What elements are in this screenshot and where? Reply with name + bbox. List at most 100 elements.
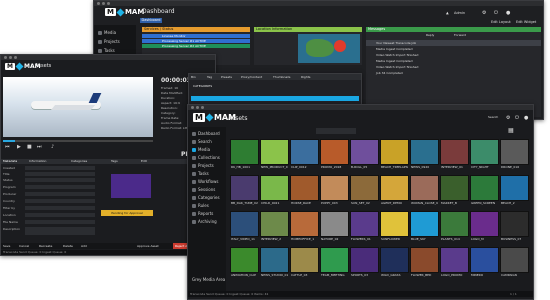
- tab-tags[interactable]: Tags: [111, 159, 118, 164]
- asset-thumbnail[interactable]: CLIP_0012: [290, 139, 319, 169]
- map-pin-icon[interactable]: [334, 40, 346, 52]
- sidebar-item-media[interactable]: Media: [192, 147, 210, 152]
- volume-icon[interactable]: ♪: [51, 144, 54, 150]
- sidebar-item-projects[interactable]: Projects: [98, 39, 120, 44]
- form-input[interactable]: [25, 178, 95, 182]
- asset-thumbnail[interactable]: NATURE_02: [320, 211, 349, 241]
- asset-thumbnail[interactable]: ANIMATION_CLIP: [230, 247, 259, 277]
- asset-thumbnail[interactable]: LOGO_M: [470, 211, 499, 241]
- asset-thumbnail[interactable]: FLOWERS_01: [350, 211, 379, 241]
- asset-thumbnail[interactable]: NEWS_0920: [410, 139, 439, 169]
- delete-button[interactable]: Delete: [63, 243, 73, 249]
- asset-thumbnail[interactable]: CITY_NIGHT: [470, 139, 499, 169]
- asset-thumbnail[interactable]: FLOWER_BED: [410, 247, 439, 277]
- asset-thumbnail[interactable]: MARKET_B: [440, 175, 469, 205]
- message-item[interactable]: Job 34 Completed: [366, 71, 541, 76]
- asset-thumbnail[interactable]: BEACH_TIMELAPSE: [380, 139, 409, 169]
- sidebar-item-reports[interactable]: Reports: [192, 211, 213, 216]
- settings-icon[interactable]: ⚙: [506, 115, 510, 121]
- skip-back-icon[interactable]: ⏮: [5, 144, 10, 150]
- tab-edit[interactable]: Edit: [141, 159, 147, 164]
- asset-thumbnail[interactable]: CAMPAIGN: [500, 247, 529, 277]
- form-input[interactable]: [25, 192, 95, 196]
- header-action-edit-layout[interactable]: Edit Layout: [491, 20, 511, 24]
- asset-thumbnail[interactable]: BLUE_SKY: [410, 211, 439, 241]
- tab-tag[interactable]: Tag: [207, 74, 212, 80]
- power-icon[interactable]: ⏻: [494, 10, 498, 16]
- asset-thumbnail[interactable]: MINERO: [470, 247, 499, 277]
- asset-thumbnail[interactable]: INTERVIEW_01: [440, 139, 469, 169]
- asset-thumbnail[interactable]: SUN_SET_02: [350, 175, 379, 205]
- asset-thumbnail[interactable]: PUPPY_003: [320, 175, 349, 205]
- asset-thumbnail[interactable]: NEW_PRODUCT_06: [260, 139, 289, 169]
- sidebar-item-sessions[interactable]: Sessions: [192, 187, 215, 192]
- sidebar-item-projects[interactable]: Projects: [192, 163, 214, 168]
- cancel-button[interactable]: Cancel: [19, 243, 29, 249]
- play-icon[interactable]: ▶: [17, 144, 21, 150]
- asset-thumbnail[interactable]: LOGO_PROMO: [440, 247, 469, 277]
- sidebar-item-rules[interactable]: Rules: [192, 203, 209, 208]
- asset-thumbnail[interactable]: PROMO_2018: [320, 139, 349, 169]
- asset-thumbnail[interactable]: DRONE_016: [500, 139, 529, 169]
- form-input[interactable]: [25, 166, 95, 170]
- asset-thumbnail[interactable]: INTERVIEW_2: [260, 211, 289, 241]
- sidebar-item-collections[interactable]: Collections: [192, 155, 220, 160]
- asset-thumbnail[interactable]: WILD_GRASS: [380, 247, 409, 277]
- sidebar-item-archiving[interactable]: Archiving: [192, 219, 217, 224]
- asset-thumbnail[interactable]: SPORTS_03: [350, 247, 379, 277]
- form-input[interactable]: [25, 199, 95, 203]
- tab-thumbnails[interactable]: Thumbnails: [273, 74, 290, 80]
- asset-thumbnail[interactable]: NEWS_STUDIO_01: [260, 247, 289, 277]
- sidebar-item-tasks[interactable]: Tasks: [98, 48, 115, 53]
- asset-thumbnail[interactable]: BUSINESS_07: [500, 211, 529, 241]
- grid-view-icon[interactable]: ▦: [508, 128, 514, 134]
- form-input[interactable]: [25, 213, 95, 217]
- form-input[interactable]: [25, 220, 95, 224]
- tab-proxy-content[interactable]: Proxy/Content: [241, 74, 262, 80]
- message-forward-button[interactable]: Forward: [454, 33, 466, 37]
- form-input[interactable]: [25, 172, 95, 176]
- asset-thumbnail[interactable]: HORSE_RACE: [290, 175, 319, 205]
- message-item[interactable]: Video Watch Import finished: [366, 65, 541, 70]
- pager[interactable]: 1 / 1: [510, 291, 517, 297]
- asset-thumbnail[interactable]: AGENT_DEMO: [380, 175, 409, 205]
- sidebar-item-workflows[interactable]: Workflows: [192, 179, 218, 184]
- form-input[interactable]: [25, 185, 95, 189]
- sidebar-item-search[interactable]: Search: [192, 139, 212, 144]
- asset-thumbnail[interactable]: BB_DAK_TUNE_02: [230, 175, 259, 205]
- stop-icon[interactable]: ■: [27, 144, 32, 150]
- asset-thumbnail[interactable]: CATTLE_03: [290, 247, 319, 277]
- skip-forward-icon[interactable]: ⏭: [37, 144, 42, 150]
- dashboard-tab[interactable]: Dashboard: [140, 18, 162, 23]
- tab-categories[interactable]: Categories: [71, 159, 87, 164]
- user-icon[interactable]: ●: [506, 10, 510, 16]
- message-item[interactable]: Media Ingest Completed: [366, 47, 541, 52]
- bell-icon[interactable]: ▲: [446, 11, 449, 15]
- tab-information[interactable]: Information: [29, 159, 46, 164]
- user-icon[interactable]: ●: [524, 115, 528, 121]
- header-action-admin[interactable]: Admin: [454, 11, 465, 15]
- power-icon[interactable]: ⏻: [515, 115, 519, 121]
- tab-bin[interactable]: Bin: [191, 74, 196, 80]
- category-item-selected[interactable]: [191, 96, 359, 101]
- search-input[interactable]: [316, 128, 356, 134]
- sidebar-item-categories[interactable]: Categories: [192, 195, 220, 200]
- header-action-edit-widget[interactable]: Edit Widget: [516, 20, 536, 24]
- sidebar-item-dashboard[interactable]: Dashboard: [192, 131, 220, 136]
- asset-thumbnail[interactable]: HOMEOFFICE_1: [290, 211, 319, 241]
- tab-metadata[interactable]: Metadata: [3, 159, 17, 164]
- message-reply-button[interactable]: Reply: [426, 33, 434, 37]
- asset-thumbnail[interactable]: ITALY_VIDEO_11: [230, 211, 259, 241]
- save-button[interactable]: Save: [3, 243, 10, 249]
- sidebar-item-media[interactable]: Media: [98, 30, 116, 35]
- asset-thumbnail[interactable]: BEACH_2: [500, 175, 529, 205]
- asset-thumbnail[interactable]: PLANTS_014: [440, 211, 469, 241]
- approve-asset-button[interactable]: Approve Asset: [137, 243, 159, 249]
- asset-thumbnail[interactable]: WOMAN_CLOSE_UP: [410, 175, 439, 205]
- asset-thumbnail[interactable]: CHILD_0021: [260, 175, 289, 205]
- form-input[interactable]: [25, 206, 95, 210]
- tab-rights[interactable]: Rights: [301, 74, 310, 80]
- asset-thumbnail[interactable]: B-ROLL_05: [350, 139, 379, 169]
- asset-thumbnail[interactable]: SUNFLOWER: [380, 211, 409, 241]
- add-button[interactable]: Add: [81, 243, 87, 249]
